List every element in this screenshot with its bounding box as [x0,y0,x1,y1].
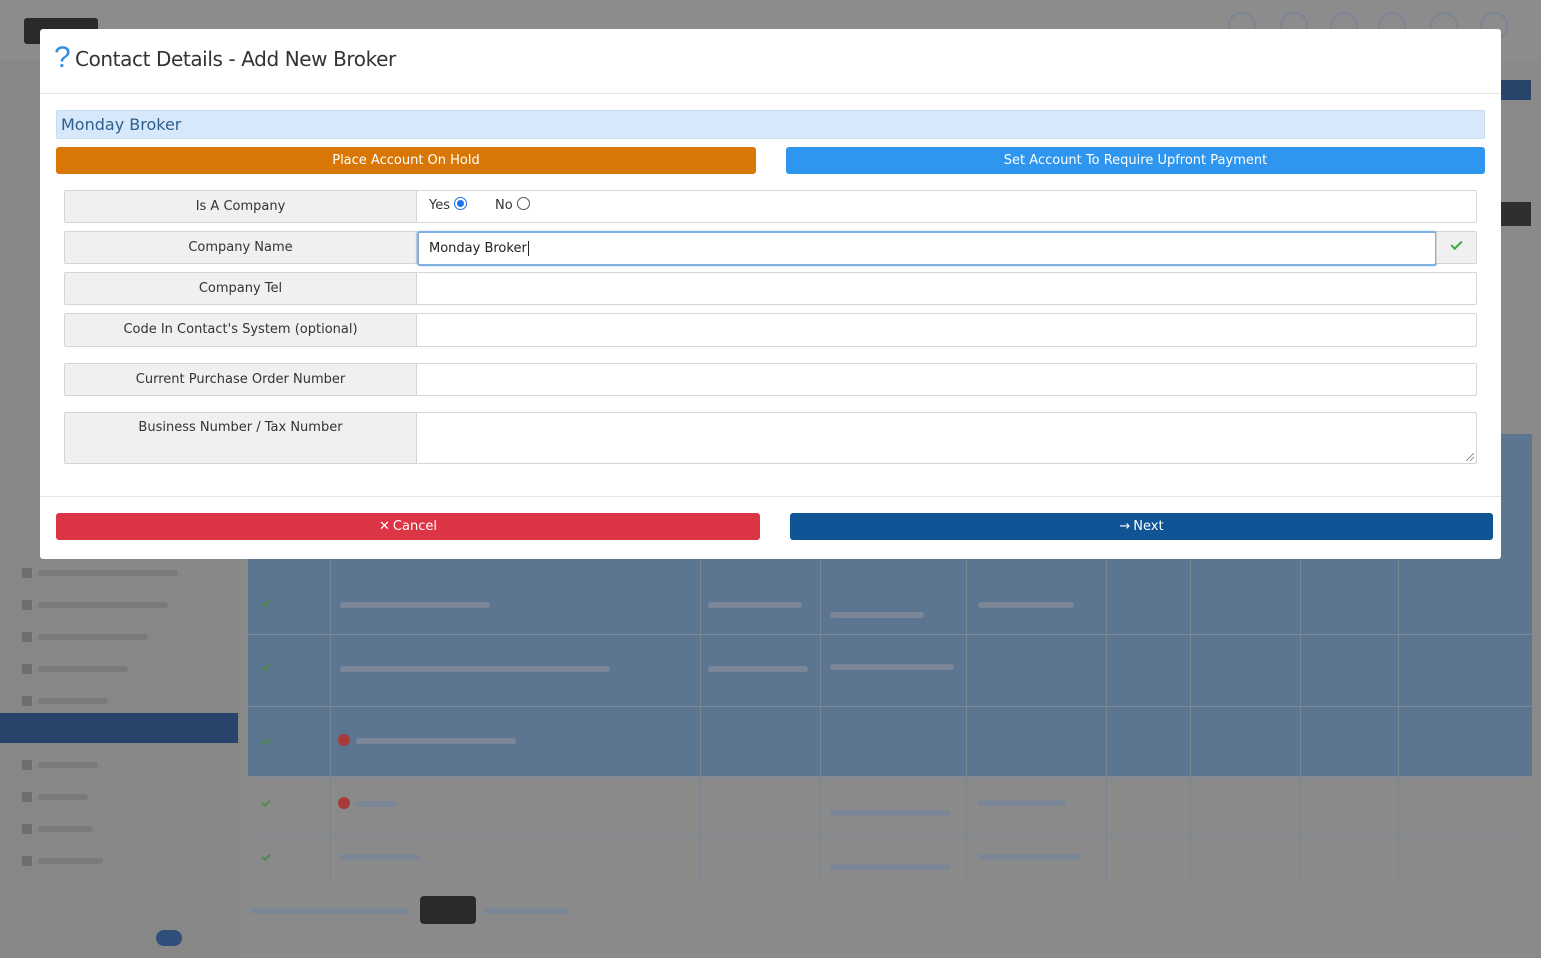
background-flag-icon [338,734,350,746]
company-tel-input[interactable] [417,273,1476,304]
company-name-text: Monday Broker [429,241,527,256]
background-cell [708,666,808,672]
modal-title: Contact Details - Add New Broker [75,47,396,71]
background-cell [340,854,420,860]
company-name-value: Monday Broker [417,231,1476,266]
company-name-input[interactable]: Monday Broker [417,231,1437,266]
no-radio-label[interactable]: No [495,198,513,213]
purchase-order-row: Current Purchase Order Number [64,363,1477,396]
cancel-button-label: Cancel [392,519,437,534]
background-sidebar-item [22,758,232,772]
modal-footer-divider [40,496,1501,497]
background-sidebar-item [22,598,232,612]
background-cell [340,666,610,672]
contact-code-input[interactable] [417,314,1476,346]
arrow-right-icon: → [1119,519,1131,534]
background-row-divider [248,836,1532,837]
close-icon: ✕ [379,519,390,534]
background-cell [978,602,1074,608]
next-button[interactable]: → Next [790,513,1493,540]
company-name-label: Company Name [65,232,417,263]
tax-number-textarea[interactable] [417,413,1476,463]
background-pager [420,896,476,924]
background-sidebar-active [0,713,238,743]
is-company-label: Is A Company [65,191,417,222]
contact-code-label: Code In Contact's System (optional) [65,314,417,346]
background-sidebar-item [22,854,232,868]
background-row-divider [248,706,1532,707]
purchase-order-label: Current Purchase Order Number [65,364,417,395]
is-company-value: Yes No [417,191,1476,222]
background-row-divider [248,634,1532,635]
text-caret [527,241,529,256]
help-icon[interactable]: ? [54,41,71,75]
background-flag-icon [338,797,350,809]
no-radio[interactable] [516,197,530,210]
company-name-row: Company Name Monday Broker [64,231,1477,266]
background-cell [830,664,954,670]
add-broker-modal: ? Contact Details - Add New Broker Monda… [40,29,1501,559]
background-cell [356,801,396,807]
background-cell [356,738,516,744]
purchase-order-input[interactable] [417,364,1476,395]
modal-header: ? Contact Details - Add New Broker [40,29,1501,94]
background-sidebar-item [22,662,232,676]
background-cell [978,800,1066,806]
yes-radio[interactable] [454,197,467,210]
place-on-hold-button[interactable]: Place Account On Hold [56,147,756,174]
contact-code-row: Code In Contact's System (optional) [64,313,1477,347]
is-company-radio-group: Yes No [429,197,530,213]
background-cell [830,810,950,816]
background-toggle [156,930,182,946]
background-row-divider [248,776,1532,777]
background-cell [708,602,802,608]
background-sidebar-item [22,694,232,708]
resize-grip-icon[interactable] [1466,453,1474,461]
background-cell [830,612,924,618]
background-dark-button [1500,202,1531,226]
company-tel-label: Company Tel [65,273,417,304]
company-tel-row: Company Tel [64,272,1477,305]
require-upfront-payment-button[interactable]: Set Account To Require Upfront Payment [786,147,1485,174]
next-button-label: Next [1133,519,1164,534]
is-company-row: Is A Company Yes No [64,190,1477,223]
background-sidebar-item [22,822,232,836]
background-check-icon [261,797,271,808]
background-cell [830,864,950,870]
background-pager-text [250,908,410,914]
yes-radio-label[interactable]: Yes [429,198,450,213]
tax-number-row: Business Number / Tax Number [64,412,1477,464]
background-blue-bar [1500,80,1531,100]
contact-name-banner: Monday Broker [56,110,1485,139]
background-check-icon [261,851,271,862]
background-sidebar-item [22,630,232,644]
background-sidebar-item [22,566,232,580]
check-icon [1450,237,1463,251]
tax-number-label: Business Number / Tax Number [65,413,417,463]
cancel-button[interactable]: ✕ Cancel [56,513,760,540]
background-sidebar-item [22,790,232,804]
background-pager-text [484,908,570,914]
company-name-valid-indicator [1436,232,1476,263]
background-cell [340,602,490,608]
background-cell [978,854,1082,860]
